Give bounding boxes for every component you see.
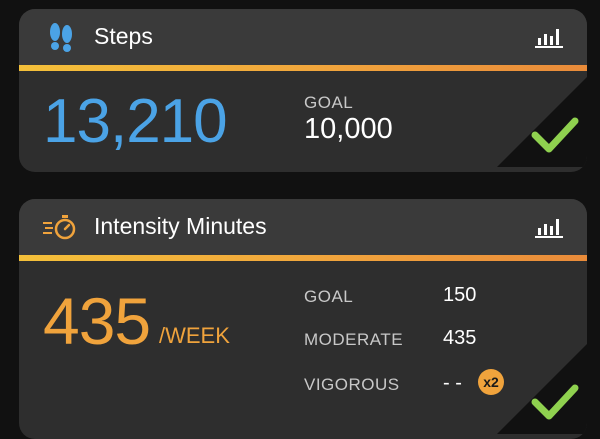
steps-divider <box>19 65 587 71</box>
intensity-goal-label: GOAL <box>304 287 354 306</box>
vigorous-value: - - <box>443 372 462 394</box>
steps-count: 13,210 <box>43 87 228 156</box>
footprints-icon <box>45 21 79 58</box>
steps-title: Steps <box>94 23 153 49</box>
stopwatch-icon <box>43 213 79 246</box>
intensity-goal-value: 150 <box>443 284 477 306</box>
intensity-unit: /WEEK <box>159 323 230 348</box>
intensity-minutes-card[interactable]: Intensity Minutes 435 /WEEK GOAL 150 MOD… <box>19 199 587 439</box>
vigorous-label: VIGOROUS <box>304 375 400 394</box>
steps-card[interactable]: Steps 13,210 GOAL 10,000 <box>19 9 587 172</box>
intensity-title: Intensity Minutes <box>94 213 267 239</box>
moderate-label: MODERATE <box>304 330 404 349</box>
bar-chart-icon[interactable] <box>535 26 563 53</box>
bar-chart-icon[interactable] <box>535 216 563 243</box>
goal-met-checkmark-icon <box>497 77 587 172</box>
steps-goal-label: GOAL <box>304 93 354 112</box>
steps-goal-value: 10,000 <box>304 113 393 145</box>
intensity-minutes-value: 435 <box>43 284 151 358</box>
intensity-divider <box>19 255 587 261</box>
steps-card-header: Steps <box>19 9 587 65</box>
moderate-value: 435 <box>443 327 477 349</box>
intensity-card-header: Intensity Minutes <box>19 199 587 255</box>
goal-met-checkmark-icon <box>497 344 587 439</box>
